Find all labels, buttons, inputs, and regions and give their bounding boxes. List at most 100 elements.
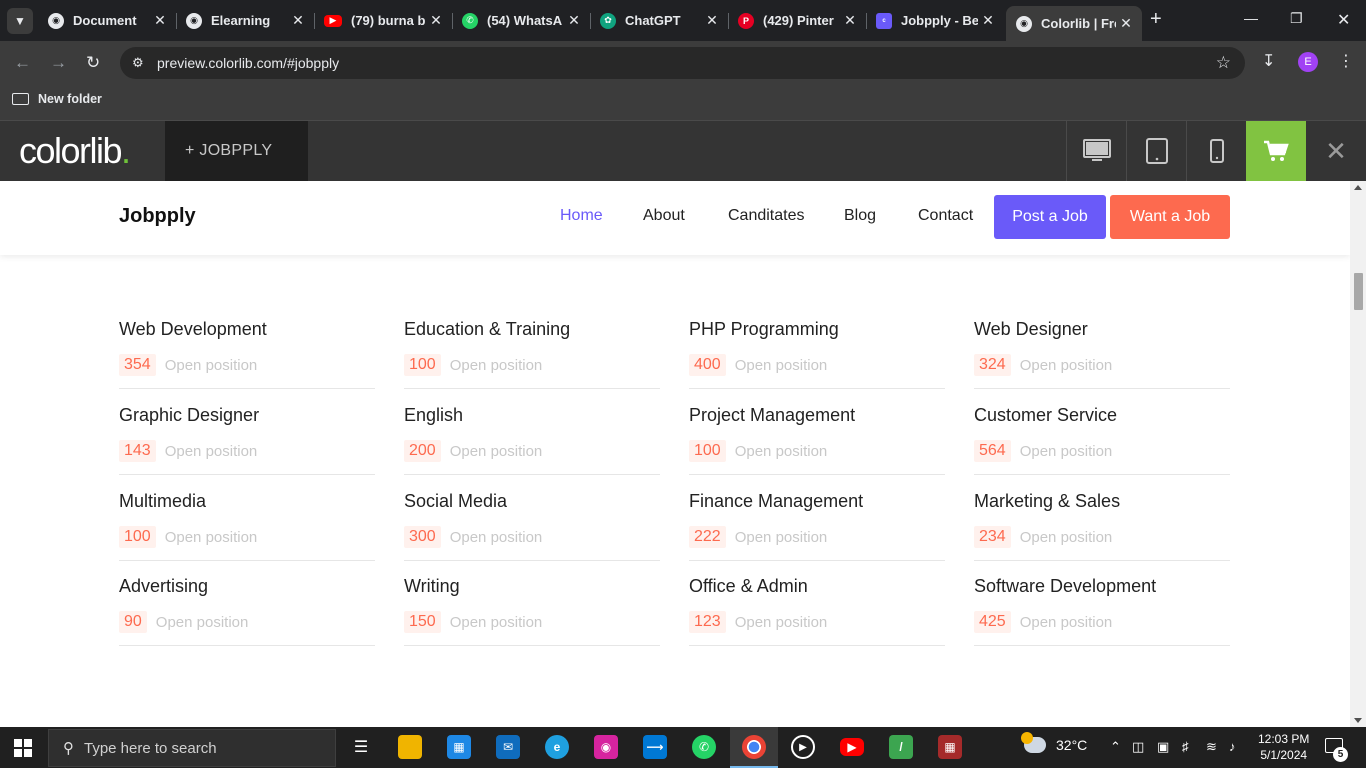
cart-button[interactable] (1246, 121, 1306, 181)
chrome-icon[interactable] (742, 735, 766, 759)
file-explorer-icon[interactable] (398, 735, 422, 759)
job-category-item[interactable]: PHP Programming 400 Open position (689, 319, 945, 389)
close-icon[interactable]: ✕ (1116, 15, 1136, 32)
microsoft-store-icon[interactable]: ▦ (447, 735, 471, 759)
theme-dropdown[interactable]: + JOBPPLY (165, 121, 308, 181)
job-category-item[interactable]: Graphic Designer 143 Open position (119, 405, 375, 475)
mobile-view-icon[interactable] (1186, 121, 1246, 181)
close-icon[interactable]: ✕ (564, 12, 584, 29)
category-name[interactable]: Web Designer (974, 319, 1230, 340)
reload-icon[interactable]: ↻ (86, 53, 100, 73)
bookmark-folder[interactable]: New folder (12, 92, 102, 106)
restore-button[interactable]: ❐ (1290, 10, 1303, 27)
tab-jobpply[interactable]: c Jobpply - Be ✕ (866, 6, 1004, 35)
job-category-item[interactable]: Social Media 300 Open position (404, 491, 660, 561)
page-scrollbar[interactable] (1350, 181, 1366, 727)
back-arrow-icon[interactable]: ← (14, 53, 31, 73)
media-player-icon[interactable]: ▶ (791, 735, 815, 759)
tray-chevron-icon[interactable]: ⌃ (1110, 739, 1121, 755)
scroll-down-arrow[interactable] (1354, 718, 1362, 723)
category-name[interactable]: Multimedia (119, 491, 375, 512)
volume-icon[interactable]: ♪ (1229, 739, 1236, 754)
device-icon[interactable]: ▣ (1157, 739, 1169, 755)
url-text[interactable]: preview.colorlib.com/#jobpply (157, 55, 339, 71)
minimize-button[interactable]: — (1244, 10, 1258, 26)
mail-icon[interactable]: ✉ (496, 735, 520, 759)
category-name[interactable]: Finance Management (689, 491, 945, 512)
bookmark-star-icon[interactable]: ☆ (1216, 53, 1231, 73)
battery-icon[interactable]: ◫ (1132, 739, 1144, 755)
category-name[interactable]: Software Development (974, 576, 1230, 597)
tablet-view-icon[interactable] (1126, 121, 1186, 181)
category-name[interactable]: Web Development (119, 319, 375, 340)
category-name[interactable]: PHP Programming (689, 319, 945, 340)
tab-chatgpt[interactable]: ✿ ChatGPT ✕ (590, 6, 728, 35)
close-icon[interactable]: ✕ (702, 12, 722, 29)
nav-about[interactable]: About (643, 207, 685, 225)
job-category-item[interactable]: Customer Service 564 Open position (974, 405, 1230, 475)
category-name[interactable]: English (404, 405, 660, 426)
job-category-item[interactable]: Advertising 90 Open position (119, 576, 375, 646)
category-name[interactable]: Social Media (404, 491, 660, 512)
nav-blog[interactable]: Blog (844, 207, 876, 225)
close-icon[interactable]: ✕ (978, 12, 998, 29)
desktop-view-icon[interactable] (1066, 121, 1126, 181)
job-category-item[interactable]: Marketing & Sales 234 Open position (974, 491, 1230, 561)
job-category-item[interactable]: Software Development 425 Open position (974, 576, 1230, 646)
close-icon[interactable]: ✕ (150, 12, 170, 29)
want-job-button[interactable]: Want a Job (1110, 195, 1230, 239)
job-category-item[interactable]: Web Designer 324 Open position (974, 319, 1230, 389)
job-category-item[interactable]: Project Management 100 Open position (689, 405, 945, 475)
windows-start-icon[interactable] (14, 739, 32, 762)
category-name[interactable]: Customer Service (974, 405, 1230, 426)
job-category-item[interactable]: English 200 Open position (404, 405, 660, 475)
job-category-item[interactable]: Office & Admin 123 Open position (689, 576, 945, 646)
tab-pinterest[interactable]: P (429) Pinter ✕ (728, 6, 866, 35)
tab-elearning[interactable]: ◉ Elearning ✕ (176, 6, 314, 35)
post-job-button[interactable]: Post a Job (994, 195, 1106, 239)
job-category-item[interactable]: Multimedia 100 Open position (119, 491, 375, 561)
close-icon[interactable]: ✕ (288, 12, 308, 29)
download-icon[interactable]: ↧ (1262, 51, 1275, 71)
category-name[interactable]: Education & Training (404, 319, 660, 340)
category-name[interactable]: Marketing & Sales (974, 491, 1230, 512)
close-icon[interactable]: ✕ (840, 12, 860, 29)
category-name[interactable]: Advertising (119, 576, 375, 597)
category-name[interactable]: Office & Admin (689, 576, 945, 597)
scroll-up-arrow[interactable] (1354, 185, 1362, 190)
instagram-icon[interactable]: ◉ (594, 735, 618, 759)
taskbar-clock[interactable]: 12:03 PM 5/1/2024 (1258, 731, 1309, 763)
site-settings-icon[interactable]: ⚙ (132, 55, 144, 71)
bluetooth-icon[interactable]: ♯ (1182, 739, 1189, 754)
vscode-icon[interactable]: ⟶ (643, 735, 667, 759)
nav-home[interactable]: Home (560, 207, 603, 225)
tab-whatsapp[interactable]: ✆ (54) WhatsA ✕ (452, 6, 590, 35)
new-tab-button[interactable]: + (1150, 8, 1162, 31)
sheets-app-icon[interactable]: / (889, 735, 913, 759)
address-bar[interactable]: ⚙ preview.colorlib.com/#jobpply ☆ (120, 47, 1245, 79)
edge-icon[interactable]: e (545, 735, 569, 759)
job-category-item[interactable]: Web Development 354 Open position (119, 319, 375, 389)
winrar-icon[interactable]: ▦ (938, 735, 962, 759)
browser-menu-icon[interactable]: ⋮ (1338, 51, 1354, 71)
category-name[interactable]: Project Management (689, 405, 945, 426)
wifi-icon[interactable]: ≋ (1206, 739, 1217, 755)
close-icon[interactable]: ✕ (426, 12, 446, 29)
category-name[interactable]: Writing (404, 576, 660, 597)
job-category-item[interactable]: Writing 150 Open position (404, 576, 660, 646)
nav-canditates[interactable]: Canditates (728, 207, 805, 225)
close-preview-icon[interactable]: ✕ (1306, 121, 1366, 181)
site-logo[interactable]: Jobpply (119, 205, 196, 228)
weather-widget[interactable]: 32°C (1021, 732, 1087, 753)
task-view-icon[interactable]: ☰ (349, 735, 373, 759)
scrollbar-thumb[interactable] (1354, 273, 1363, 310)
nav-contact[interactable]: Contact (918, 207, 973, 225)
colorlib-logo[interactable]: colorlib. (19, 130, 131, 172)
forward-arrow-icon[interactable]: → (50, 53, 67, 73)
profile-avatar[interactable]: E (1298, 52, 1318, 72)
job-category-item[interactable]: Finance Management 222 Open position (689, 491, 945, 561)
whatsapp-icon[interactable]: ✆ (692, 735, 716, 759)
taskbar-search[interactable]: ⚲ Type here to search (48, 729, 336, 767)
youtube-icon[interactable]: ▶ (840, 738, 864, 756)
tab-search-button[interactable]: ▼ (7, 8, 33, 34)
